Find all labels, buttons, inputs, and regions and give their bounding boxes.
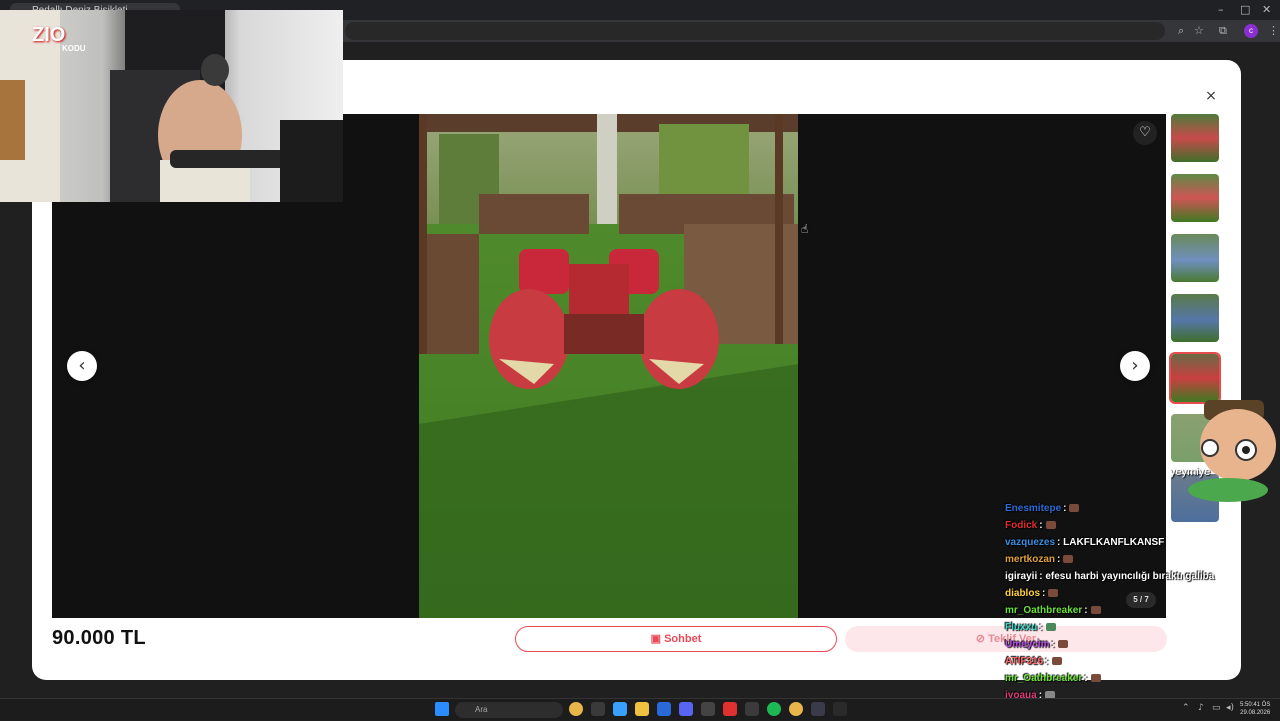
chat-text: : LAKFLKANFLKANSF (1057, 537, 1165, 548)
chat-username: Fluxxu (1005, 622, 1038, 633)
chat-message: mr_Oathbreaker: (1005, 602, 1275, 619)
windows-taskbar: Ara ⌃ ♪ ▭ ◂) 5:50:41 ÖS 29.08.2026 (0, 698, 1280, 720)
chat-username: vazquezes (1005, 537, 1056, 548)
spotify-icon[interactable] (767, 702, 781, 716)
start-menu-icon[interactable] (435, 702, 449, 716)
thumbnail-3[interactable] (1171, 234, 1219, 282)
chat-text: : (1057, 554, 1061, 565)
chat-message: ATIF316: (1005, 653, 1275, 670)
copilot-icon[interactable] (613, 702, 627, 716)
volume-icon[interactable]: ◂) (1226, 703, 1234, 713)
chat-message: Umeycim: (1005, 636, 1275, 653)
address-bar[interactable] (345, 22, 1165, 40)
sticker-caption: yeymiye (1170, 466, 1211, 478)
chat-username: igirayii (1005, 571, 1038, 582)
extensions-icon[interactable]: ⧉ (1219, 24, 1227, 38)
chat-text: : (1084, 673, 1088, 684)
chat-message: Fluxxu: (1005, 619, 1275, 636)
emote-icon (1057, 640, 1068, 649)
emote-icon (1063, 555, 1074, 564)
obs-icon[interactable] (745, 702, 759, 716)
chat-text: : (1039, 622, 1043, 633)
mouse-pointer-icon: ☝ (801, 222, 809, 236)
clock-date: 29.08.2026 (1240, 710, 1271, 716)
emote-icon (1045, 623, 1056, 632)
tray-expand-icon[interactable]: ⌃ (1182, 703, 1190, 713)
chat-text: : (1051, 639, 1055, 650)
chat-button-label: Sohbet (664, 633, 702, 645)
pedal-boat-photo (419, 114, 798, 618)
chat-text: : (1084, 605, 1088, 616)
chat-username: Fodick (1005, 520, 1038, 531)
thumbnail-2[interactable] (1171, 174, 1219, 222)
chat-button[interactable]: ▣ Sohbet (515, 626, 837, 652)
chat-username: Enesmitepe (1005, 503, 1062, 514)
taskbar-search-box[interactable]: Ara (455, 702, 563, 718)
emote-sticker (1168, 390, 1280, 502)
emote-icon (1051, 657, 1062, 666)
steam-icon[interactable] (701, 702, 715, 716)
taskbar-clock[interactable]: 5:50:41 ÖS 29.08.2026 (1240, 701, 1270, 717)
emote-icon (1048, 589, 1059, 598)
chat-message: Enesmitepe: (1005, 500, 1275, 517)
chat-text: : (1063, 503, 1067, 514)
chat-message: igirayii: efesu harbi yayıncılığı bırakt… (1005, 568, 1275, 585)
bookmark-star-icon[interactable]: ☆ (1194, 24, 1204, 37)
maximize-icon[interactable]: □ (1240, 3, 1250, 16)
next-image-button[interactable]: › (1120, 351, 1150, 381)
previous-image-button[interactable]: ‹ (67, 351, 97, 381)
emote-icon (1045, 521, 1056, 530)
chat-text: : efesu harbi yayıncılığı bıraktı galiba (1039, 571, 1215, 582)
chat-text: : (1042, 588, 1046, 599)
thumbnail-4[interactable] (1171, 294, 1219, 342)
emote-icon (1069, 504, 1080, 513)
microphone-icon[interactable]: ♪ (1198, 703, 1204, 713)
listing-price: 90.000 TL (52, 627, 146, 649)
taskbar-search-label: Ara (475, 705, 488, 714)
chat-message: Fodick: (1005, 517, 1275, 534)
chat-message: mertkozan: (1005, 551, 1275, 568)
stream-logo-sub: KODU (62, 44, 86, 53)
file-explorer-icon[interactable] (635, 702, 649, 716)
chat-username: diablos (1005, 588, 1041, 599)
close-modal-button[interactable]: × (1201, 86, 1221, 106)
chat-username: mr_Oathbreaker (1005, 673, 1083, 684)
chat-message: mr_Oathbreaker: (1005, 670, 1275, 687)
thumbnail-1[interactable] (1171, 114, 1219, 162)
clock-time: 5:50:41 ÖS (1240, 702, 1271, 708)
chat-username: ATIF316 (1005, 656, 1044, 667)
chat-message: diablos: (1005, 585, 1275, 602)
minimize-icon[interactable]: – (1218, 3, 1224, 16)
favorite-heart-icon[interactable]: ♡ (1133, 121, 1157, 145)
browser-menu-icon[interactable]: ⋮ (1268, 24, 1279, 37)
emote-icon (1090, 606, 1101, 615)
window-close-icon[interactable]: ✕ (1262, 3, 1271, 16)
network-icon[interactable]: ▭ (1212, 703, 1221, 713)
app-icon[interactable] (811, 702, 825, 716)
zoom-icon[interactable]: ⌕ (1178, 24, 1184, 38)
chat-username: mr_Oathbreaker (1005, 605, 1083, 616)
chat-username: Umeycim (1005, 639, 1050, 650)
chat-username: mertkozan (1005, 554, 1056, 565)
emote-icon (1090, 674, 1101, 683)
chrome-active-icon[interactable] (789, 702, 803, 716)
chat-text: : (1045, 656, 1049, 667)
chrome-icon[interactable] (569, 702, 583, 716)
edge-icon[interactable] (657, 702, 671, 716)
offer-tag-icon: ⊘ (975, 633, 989, 645)
chat-text: : (1039, 520, 1043, 531)
settings-icon[interactable] (833, 702, 847, 716)
chat-bubble-icon: ▣ (650, 633, 665, 645)
chat-message: vazquezes: LAKFLKANFLKANSF (1005, 534, 1275, 551)
listing-photo[interactable] (419, 114, 798, 618)
stream-logo: ZIO (32, 24, 66, 46)
store-icon[interactable] (591, 702, 605, 716)
discord-icon[interactable] (679, 702, 693, 716)
stream-chat-overlay: Enesmitepe: Fodick: vazquezes: LAKFLKANF… (1005, 500, 1275, 721)
streamer-webcam: ZIO KODU (0, 10, 343, 202)
profile-avatar[interactable]: c (1244, 24, 1258, 38)
youtube-icon[interactable] (723, 702, 737, 716)
